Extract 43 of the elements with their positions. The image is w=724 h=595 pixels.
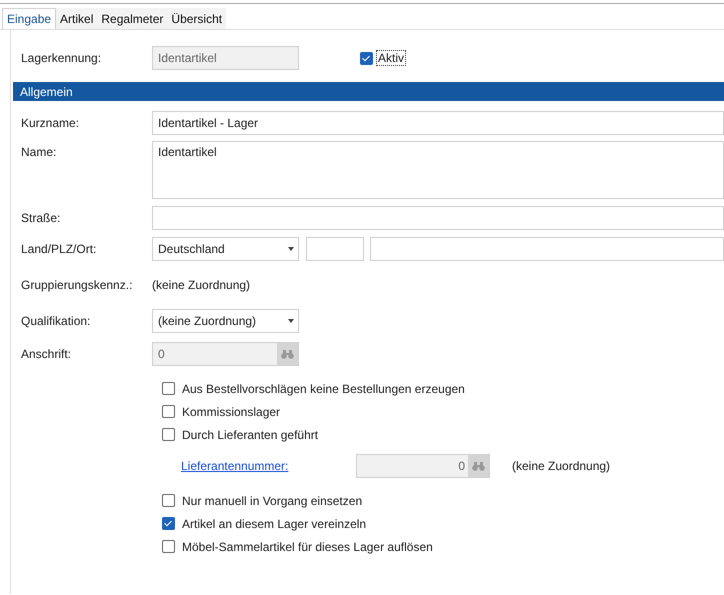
- checkbox[interactable]: [162, 405, 175, 418]
- city-field[interactable]: [370, 236, 724, 260]
- checkbox-label: Kommissionslager: [182, 404, 280, 418]
- tab[interactable]: Übersicht: [167, 8, 226, 29]
- link[interactable]: Lieferantennummer:: [181, 459, 356, 473]
- lookup-field[interactable]: 0: [152, 342, 299, 366]
- field-value: (keine Zuordnung): [152, 278, 250, 292]
- checkbox-label: Aktiv: [377, 51, 406, 65]
- field-label: Land/PLZ/Ort:: [21, 242, 98, 256]
- checkbox-label: Aus Bestellvorschlägen keine Bestellungen erzeugen: [182, 382, 465, 396]
- caret-icon: [288, 319, 294, 323]
- field-value: (keine Zuordnung): [512, 459, 610, 473]
- checkbox[interactable]: [162, 494, 175, 507]
- field-label: Anschrift:: [21, 347, 72, 361]
- checkbox-label: Artikel an diesem Lager vereinzeln: [182, 516, 366, 530]
- checkbox-label: Möbel-Sammelartikel für dieses Lager auflösen: [182, 540, 433, 554]
- checkbox-label: Durch Lieferanten geführt: [182, 428, 318, 442]
- postcode-field[interactable]: [306, 236, 364, 260]
- binoculars-icon: [281, 350, 294, 358]
- section-header: Allgemein: [13, 82, 724, 101]
- field-label: Name:: [21, 144, 58, 159]
- checkbox[interactable]: [162, 382, 175, 395]
- caret-icon: [288, 246, 294, 250]
- tab[interactable]: Regalmeter: [97, 8, 168, 29]
- text-area[interactable]: Identartikel: [152, 141, 724, 199]
- binoculars-icon: [472, 462, 485, 470]
- field-label: Straße:: [21, 211, 62, 225]
- tab[interactable]: Artikel: [56, 8, 98, 29]
- tab[interactable]: Eingabe: [2, 8, 56, 29]
- checkbox[interactable]: [360, 52, 373, 64]
- lookup-field[interactable]: 0: [356, 454, 490, 478]
- field-label: Gruppierungskennz.:: [21, 278, 134, 292]
- checkbox-label: Nur manuell in Vorgang einsetzen: [182, 494, 362, 508]
- text-field[interactable]: [152, 206, 724, 230]
- field-label: Lagerkennung:: [21, 51, 102, 65]
- field-label: Qualifikation:: [21, 314, 92, 328]
- country-dropdown[interactable]: Deutschland: [152, 236, 299, 260]
- text-field[interactable]: Identartikel - Lager: [152, 111, 724, 135]
- field-label: Kurzname:: [21, 116, 80, 130]
- checkbox[interactable]: [162, 517, 175, 530]
- dropdown[interactable]: (keine Zuordnung): [152, 309, 299, 333]
- checkbox[interactable]: [162, 428, 175, 441]
- checkbox[interactable]: [162, 540, 175, 553]
